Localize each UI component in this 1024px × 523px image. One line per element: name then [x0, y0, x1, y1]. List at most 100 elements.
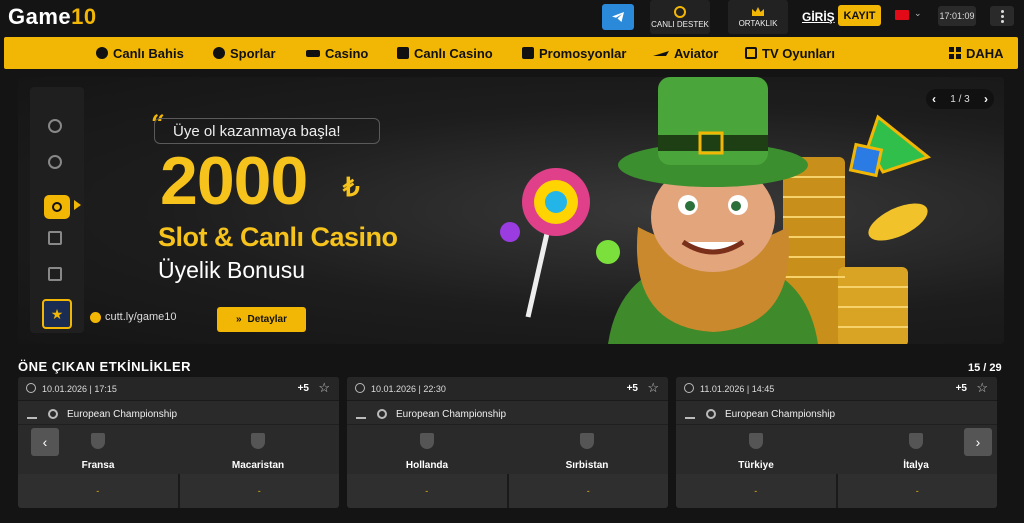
- clock-icon: [355, 383, 365, 393]
- odd-cell[interactable]: -: [837, 474, 997, 508]
- nav-item-tv-games[interactable]: TV Oyunları: [745, 37, 835, 69]
- dealer-icon: [397, 47, 409, 59]
- away-team: Macaristan: [188, 433, 328, 473]
- star-icon[interactable]: ☆: [976, 380, 988, 396]
- banner-short-link[interactable]: cutt.ly/game10: [90, 311, 177, 323]
- currency-symbol: ₺: [343, 172, 360, 202]
- sport-icon: [356, 409, 366, 419]
- odd-cell[interactable]: -: [18, 474, 178, 508]
- clock-icon: [684, 383, 694, 393]
- odd-cell[interactable]: -: [676, 474, 836, 508]
- globe-icon: [377, 409, 387, 419]
- details-button[interactable]: » Detaylar: [217, 307, 306, 332]
- odds-row: - -: [347, 474, 668, 508]
- nav-item-live-betting[interactable]: Canlı Bahis: [96, 37, 184, 69]
- sport-icon: [27, 409, 37, 419]
- cherries-icon[interactable]: [48, 155, 62, 169]
- event-card[interactable]: 10.01.2026 | 17:15 +5 ☆ European Champio…: [18, 377, 339, 508]
- events-page-count: 15 / 29: [968, 362, 1002, 374]
- live-support-button[interactable]: CANLI DESTEK: [650, 0, 710, 34]
- casino-house-icon[interactable]: [48, 267, 62, 281]
- odd-cell[interactable]: -: [179, 474, 339, 508]
- sport-icon: [685, 409, 695, 419]
- flying-coin: [868, 203, 928, 241]
- odds-row: - -: [18, 474, 339, 508]
- star-icon[interactable]: ☆: [647, 380, 659, 396]
- candy: [596, 240, 620, 264]
- league-row: European Championship: [347, 403, 668, 425]
- headset-icon: [674, 5, 686, 18]
- banner-category-rail: ★: [30, 87, 84, 333]
- top-bar: Game10 CANLI DESTEK ORTAKLIK GİRİŞ KAYIT…: [0, 0, 1024, 36]
- home-team: Hollanda: [357, 433, 497, 473]
- nav-item-aviator[interactable]: Aviator: [653, 37, 718, 69]
- nav-item-casino[interactable]: Casino: [306, 37, 368, 69]
- odd-cell[interactable]: -: [508, 474, 668, 508]
- featured-events-title: ÖNE ÇIKAN ETKİNLİKLER: [18, 359, 191, 374]
- shield-icon: [251, 433, 265, 449]
- odds-row: - -: [676, 474, 997, 508]
- plane-icon: [653, 51, 669, 56]
- sponsor-badge-icon[interactable]: ★: [42, 299, 72, 329]
- events-prev-button[interactable]: ‹: [31, 428, 59, 456]
- card-header: 10.01.2026 | 17:15 +5 ☆: [18, 377, 339, 401]
- nav-item-sports[interactable]: Sporlar: [213, 37, 276, 69]
- soccer-ball-icon: [213, 47, 225, 59]
- live-icon[interactable]: [44, 195, 70, 219]
- login-link[interactable]: GİRİŞ: [802, 10, 835, 24]
- tv-icon: [745, 47, 757, 59]
- register-button[interactable]: KAYIT: [838, 5, 881, 26]
- card-header: 11.01.2026 | 14:45 +5 ☆: [676, 377, 997, 401]
- shield-icon: [749, 433, 763, 449]
- chevron-left-icon[interactable]: ‹: [932, 92, 936, 106]
- league-row: European Championship: [676, 403, 997, 425]
- grid-icon: [949, 47, 961, 59]
- rail-pointer-icon: [74, 200, 81, 210]
- shield-icon: [580, 433, 594, 449]
- more-markets-count[interactable]: +5: [298, 383, 309, 394]
- shield-icon: [420, 433, 434, 449]
- more-markets-count[interactable]: +5: [956, 383, 967, 394]
- globe-icon: [48, 409, 58, 419]
- shield-icon: [909, 433, 923, 449]
- soccer-icon[interactable]: [48, 119, 62, 133]
- gift-icon: [522, 47, 534, 59]
- bonus-amount: 2000: [160, 143, 308, 219]
- star-icon[interactable]: ☆: [318, 380, 330, 396]
- banner-tagline: Üye ol kazanmaya başla!: [154, 118, 380, 144]
- events-next-button[interactable]: ›: [964, 428, 992, 456]
- link-icon: [90, 311, 101, 323]
- chevron-down-icon[interactable]: ⌄: [914, 8, 922, 19]
- event-card[interactable]: 11.01.2026 | 14:45 +5 ☆ European Champio…: [676, 377, 997, 508]
- event-card[interactable]: 10.01.2026 | 22:30 +5 ☆ European Champio…: [347, 377, 668, 508]
- league-row: European Championship: [18, 403, 339, 425]
- logo[interactable]: Game10: [8, 4, 97, 30]
- chevron-right-icon[interactable]: ›: [984, 92, 988, 106]
- slider-control: ‹ 1 / 3 ›: [926, 89, 994, 109]
- telegram-button[interactable]: [602, 4, 634, 30]
- main-nav: Canlı Bahis Sporlar Casino Canlı Casino …: [4, 37, 1018, 69]
- crown-icon: [752, 7, 764, 16]
- card-header: 10.01.2026 | 22:30 +5 ☆: [347, 377, 668, 401]
- leprechaun-illustration: [500, 77, 932, 344]
- nav-item-live-casino[interactable]: Canlı Casino: [397, 37, 493, 69]
- odd-cell[interactable]: -: [347, 474, 507, 508]
- slot-icon: [306, 49, 320, 57]
- shield-icon: [91, 433, 105, 449]
- more-menu-button[interactable]: [990, 6, 1014, 26]
- banner-headline: Slot & Canlı Casino: [158, 222, 398, 252]
- affiliate-button[interactable]: ORTAKLIK: [728, 0, 788, 34]
- clock-icon: [26, 383, 36, 393]
- more-markets-count[interactable]: +5: [627, 383, 638, 394]
- nav-item-more[interactable]: DAHA: [949, 37, 1004, 69]
- hat-band: [658, 135, 768, 151]
- nav-item-promotions[interactable]: Promosyonlar: [522, 37, 626, 69]
- away-team: Sırbistan: [517, 433, 657, 473]
- promo-banner[interactable]: ★ “ Üye ol kazanmaya başla! 2000 ₺ Slot …: [18, 77, 1004, 344]
- double-chevron-icon: »: [235, 314, 242, 325]
- telegram-icon: [612, 12, 624, 22]
- dealer-icon[interactable]: [48, 231, 62, 245]
- time-display: 17:01:09: [938, 6, 976, 26]
- play-circle-icon: [96, 47, 108, 59]
- tr-flag-icon[interactable]: [895, 10, 909, 20]
